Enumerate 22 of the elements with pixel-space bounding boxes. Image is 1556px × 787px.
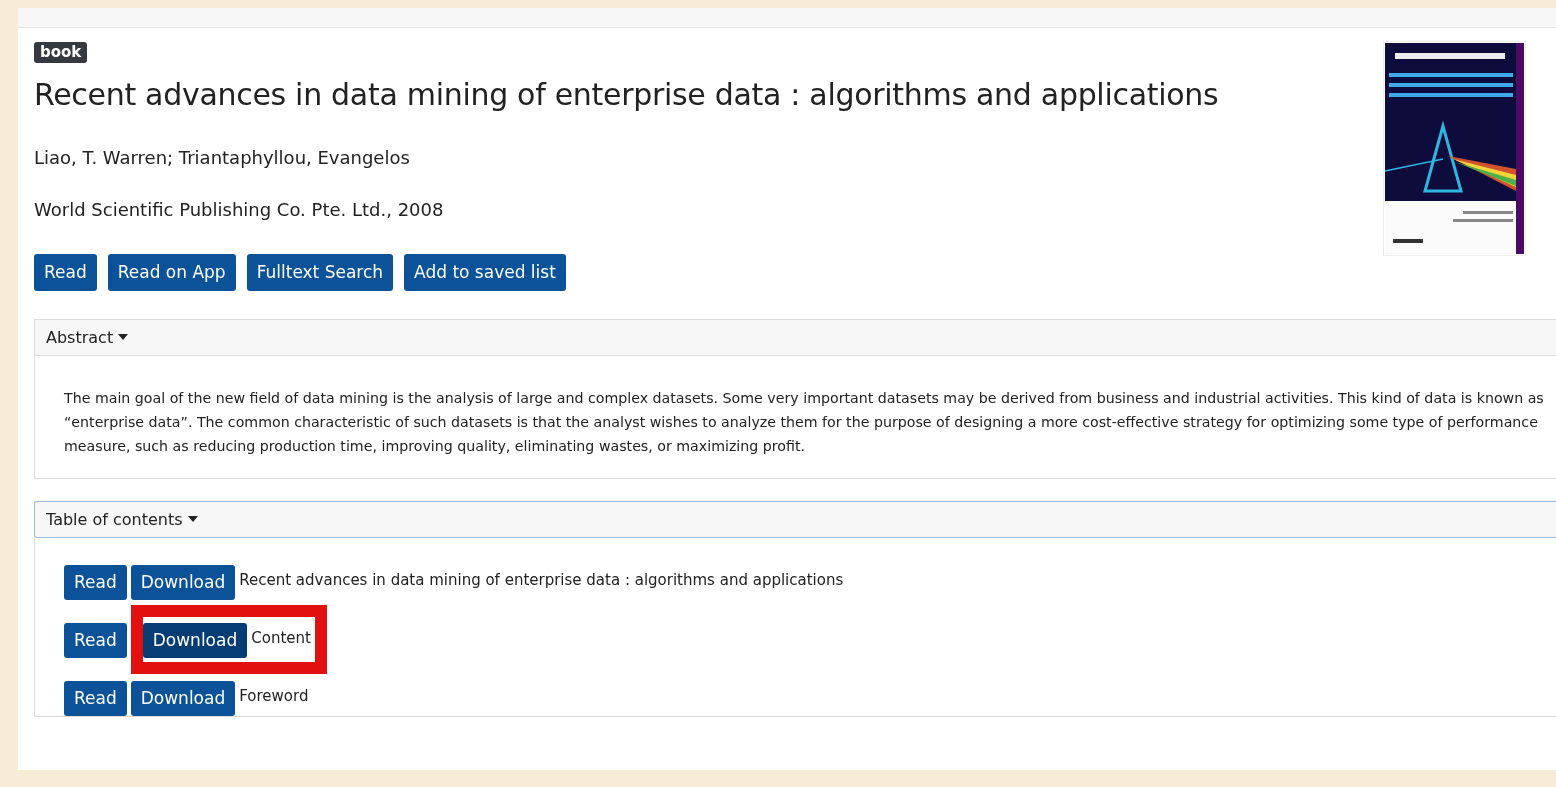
authors-text: Liao, T. Warren; Triantaphyllou, Evangelos: [34, 148, 410, 168]
read-button[interactable]: Read: [64, 680, 127, 716]
type-badge: book: [34, 42, 88, 63]
action-button[interactable]: Fulltext Search: [246, 253, 394, 291]
action-button[interactable]: Read on App: [107, 253, 236, 291]
read-button[interactable]: Read: [64, 564, 127, 600]
chapter-title: Content: [251, 628, 311, 647]
download-button[interactable]: Download: [130, 564, 236, 600]
action-button[interactable]: Add to saved list: [404, 253, 566, 291]
action-button[interactable]: Read: [34, 253, 97, 291]
book-title: Recent advances in data mining of enterprise data : algorithms and applications: [34, 77, 1219, 112]
download-button[interactable]: Download: [142, 622, 248, 658]
section-toggle[interactable]: Abstract: [46, 327, 129, 347]
abstract-text: The main goal of the new field of data mining is the analysis of large and complex datasets. Some very important datasets may be derived from business and industrial activities. This kind of data is known as “enterprise data”. The common characteristic of such datasets is that the analyst wishes to analyze them for the purpose of designing a more cost-effective strategy for optimizing some type of performance measure, such as reducing production time, improving quality, eliminating wastes, or maximizing profit.: [64, 388, 1545, 456]
chapter-title: Recent advances in data mining of enterprise data : algorithms and applications: [239, 570, 844, 589]
download-button[interactable]: Download: [130, 680, 236, 716]
publisher-text: World Scientific Publishing Co. Pte. Ltd., 2008: [34, 199, 444, 220]
chapter-title: Foreword: [239, 686, 309, 705]
section-toggle[interactable]: Table of contents: [46, 509, 198, 529]
read-button[interactable]: Read: [64, 622, 127, 658]
caret-icon: [118, 334, 129, 341]
caret-icon: [187, 516, 198, 523]
